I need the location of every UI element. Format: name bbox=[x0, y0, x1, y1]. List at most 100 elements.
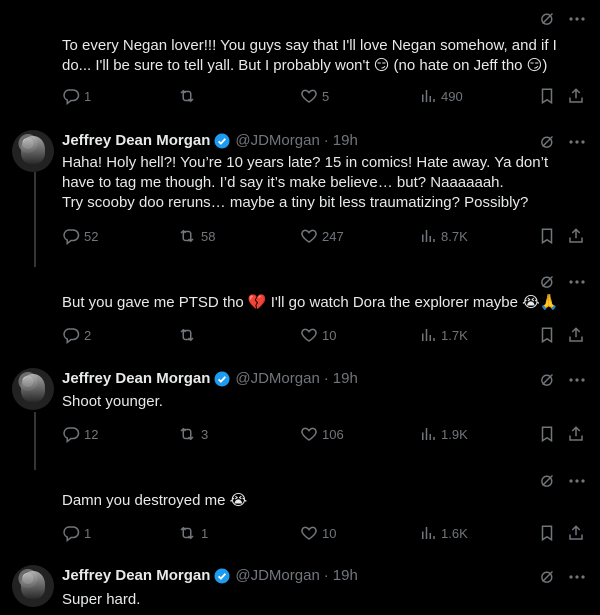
share-button[interactable] bbox=[567, 524, 589, 542]
author-handle[interactable]: @JDMorgan bbox=[235, 566, 319, 586]
author-name[interactable]: Jeffrey Dean Morgan bbox=[62, 131, 210, 151]
grok-icon[interactable] bbox=[539, 568, 556, 585]
tweet-top-icons bbox=[539, 371, 586, 388]
separator-dot: · bbox=[323, 370, 329, 387]
more-icon[interactable] bbox=[568, 16, 586, 22]
views-count: 1.7K bbox=[441, 327, 468, 343]
tweet-top-icons bbox=[539, 10, 586, 27]
tweet-4[interactable]: Damn you destroyed me 😭 1 1 10 1.6K bbox=[0, 465, 600, 560]
more-icon[interactable] bbox=[568, 139, 586, 145]
tweet-text: Damn you destroyed me 😭 bbox=[62, 492, 248, 509]
like-icon bbox=[301, 89, 317, 103]
like-button[interactable]: 10 bbox=[300, 524, 336, 542]
author-name[interactable]: Jeffrey Dean Morgan bbox=[62, 369, 210, 389]
share-button[interactable] bbox=[567, 425, 589, 443]
views-count: 1.6K bbox=[441, 525, 468, 541]
views-icon bbox=[422, 527, 435, 539]
repost-icon bbox=[180, 526, 194, 540]
like-icon bbox=[301, 328, 317, 342]
like-button[interactable]: 10 bbox=[300, 326, 336, 344]
more-icon[interactable] bbox=[568, 377, 586, 383]
tweet-header: Jeffrey Dean Morgan @JDMorgan · 19h bbox=[62, 131, 358, 151]
verified-badge-icon bbox=[213, 370, 231, 388]
tweet-5[interactable]: Jeffrey Dean Morgan @JDMorgan · 19h Supe… bbox=[0, 560, 600, 615]
share-icon bbox=[569, 228, 583, 243]
author-handle[interactable]: @JDMorgan bbox=[235, 369, 319, 389]
more-icon[interactable] bbox=[568, 574, 586, 580]
verified-badge-icon bbox=[213, 132, 231, 150]
bookmark-button[interactable] bbox=[539, 227, 559, 245]
views-icon bbox=[422, 90, 435, 102]
views-button[interactable]: 1.9K bbox=[419, 425, 468, 443]
grok-icon[interactable] bbox=[539, 371, 556, 388]
repost-icon bbox=[180, 328, 194, 342]
like-count: 5 bbox=[322, 88, 330, 104]
bookmark-button[interactable] bbox=[539, 524, 559, 542]
tweet-top-icons bbox=[539, 568, 586, 585]
tweet-text: But you gave me PTSD tho 💔 I'll go watch… bbox=[62, 294, 559, 311]
views-button[interactable]: 8.7K bbox=[419, 227, 468, 245]
grok-icon[interactable] bbox=[539, 472, 556, 489]
verified-badge-icon bbox=[213, 567, 231, 585]
share-button[interactable] bbox=[567, 227, 589, 245]
reply-count: 1 bbox=[84, 525, 92, 541]
reply-button[interactable]: 52 bbox=[62, 227, 98, 245]
reply-button[interactable]: 2 bbox=[62, 326, 91, 344]
tweet-time[interactable]: 19h bbox=[333, 566, 358, 586]
author-name[interactable]: Jeffrey Dean Morgan bbox=[62, 566, 210, 586]
like-button[interactable]: 247 bbox=[300, 227, 344, 245]
tweet-time[interactable]: 19h bbox=[333, 131, 358, 151]
grok-icon[interactable] bbox=[539, 273, 556, 290]
like-button[interactable]: 5 bbox=[300, 87, 329, 105]
avatar[interactable] bbox=[12, 368, 54, 410]
more-icon[interactable] bbox=[568, 279, 586, 285]
views-count: 490 bbox=[441, 88, 463, 104]
tweet-3[interactable]: Jeffrey Dean Morgan @JDMorgan · 19h Shoo… bbox=[0, 360, 600, 465]
tweet-0[interactable]: To every Negan lover!!! You guys say tha… bbox=[0, 0, 600, 115]
tweet-time[interactable]: 19h bbox=[333, 369, 358, 389]
reply-button[interactable]: 1 bbox=[62, 87, 91, 105]
avatar[interactable] bbox=[12, 565, 54, 607]
like-count: 10 bbox=[322, 327, 337, 343]
tweet-1[interactable]: Jeffrey Dean Morgan @JDMorgan · 19h Haha… bbox=[0, 115, 600, 265]
repost-button[interactable] bbox=[177, 87, 201, 105]
tweet-actions: 52 58 247 8.7K bbox=[62, 227, 587, 247]
repost-count: 1 bbox=[201, 525, 209, 541]
more-icon[interactable] bbox=[568, 478, 586, 484]
views-button[interactable]: 1.7K bbox=[419, 326, 468, 344]
grok-icon[interactable] bbox=[539, 133, 556, 150]
repost-button[interactable]: 1 bbox=[177, 524, 208, 542]
views-count: 1.9K bbox=[441, 426, 468, 442]
bookmark-icon bbox=[541, 525, 553, 542]
reply-icon bbox=[63, 526, 80, 542]
bookmark-icon bbox=[541, 426, 553, 443]
repost-button[interactable]: 3 bbox=[177, 425, 208, 443]
like-icon bbox=[301, 229, 317, 243]
repost-button[interactable] bbox=[177, 326, 201, 344]
share-button[interactable] bbox=[567, 87, 589, 105]
reply-count: 1 bbox=[84, 88, 92, 104]
views-icon bbox=[422, 230, 435, 242]
reply-button[interactable]: 1 bbox=[62, 524, 91, 542]
reply-count: 12 bbox=[84, 426, 99, 442]
bookmark-icon bbox=[541, 88, 553, 105]
reply-icon bbox=[63, 89, 80, 105]
like-icon bbox=[301, 427, 317, 441]
views-icon bbox=[422, 428, 435, 440]
bookmark-button[interactable] bbox=[539, 326, 559, 344]
like-button[interactable]: 106 bbox=[300, 425, 344, 443]
views-button[interactable]: 490 bbox=[419, 87, 463, 105]
avatar[interactable] bbox=[12, 130, 54, 172]
reply-count: 2 bbox=[84, 327, 92, 343]
bookmark-button[interactable] bbox=[539, 87, 559, 105]
bookmark-icon bbox=[541, 228, 553, 245]
repost-button[interactable]: 58 bbox=[177, 227, 215, 245]
author-handle[interactable]: @JDMorgan bbox=[235, 131, 319, 151]
tweet-2[interactable]: But you gave me PTSD tho 💔 I'll go watch… bbox=[0, 265, 600, 360]
grok-icon[interactable] bbox=[539, 10, 556, 27]
tweet-actions: 12 3 106 1.9K bbox=[62, 425, 587, 445]
reply-button[interactable]: 12 bbox=[62, 425, 98, 443]
views-button[interactable]: 1.6K bbox=[419, 524, 468, 542]
share-button[interactable] bbox=[567, 326, 589, 344]
bookmark-button[interactable] bbox=[539, 425, 559, 443]
